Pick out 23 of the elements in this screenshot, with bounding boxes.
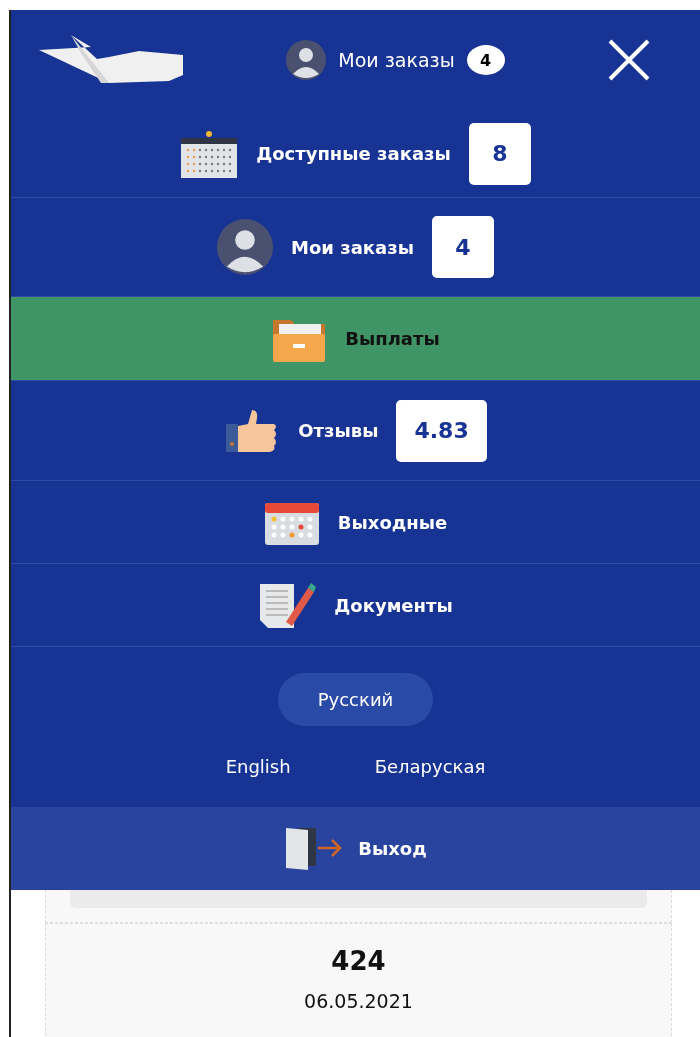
language-option[interactable]: Русский [277,673,434,726]
count-badge: 4.83 [396,399,487,462]
menu-item[interactable]: Мои заказы 4 [11,197,700,296]
order-number: 424 [331,946,386,976]
language-option[interactable]: English [225,752,291,781]
calendar-icon [180,129,239,178]
menu-item[interactable]: Отзывы 4.83 [11,380,700,480]
logout-button[interactable]: Выход [11,807,700,890]
language-option[interactable]: Беларуская [374,752,486,781]
menu-item[interactable]: Документы [11,563,700,646]
my-orders-link[interactable]: Мои заказы [338,49,455,71]
bird-logo-icon [39,35,183,85]
menu-item[interactable]: Выплаты [11,296,700,380]
document-pencil-icon [258,582,317,628]
menu-item[interactable]: Доступные заказы 8 [11,110,700,197]
user-avatar-icon [217,219,274,275]
order-date: 06.05.2021 [304,990,413,1012]
count-badge: 8 [468,122,531,185]
menu-item[interactable]: Выходные [11,480,700,563]
orders-count: 4 [466,45,505,75]
user-avatar-icon [286,40,327,80]
count-badge: 4 [431,216,494,278]
close-icon[interactable] [608,39,650,81]
